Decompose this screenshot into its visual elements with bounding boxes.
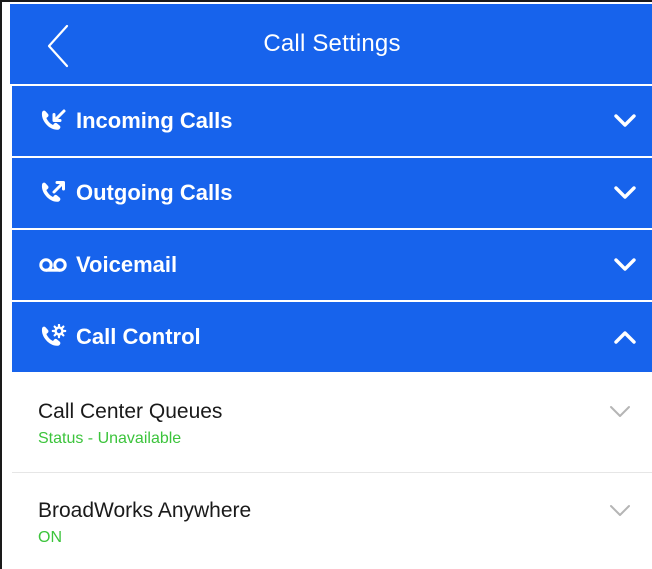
incoming-call-icon xyxy=(38,108,68,134)
call-center-queues-item[interactable]: Call Center Queues Status - Unavailable xyxy=(12,374,652,472)
section-outgoing-calls[interactable]: Outgoing Calls xyxy=(12,158,652,228)
item-title: Call Center Queues xyxy=(38,400,223,423)
section-voicemail[interactable]: Voicemail xyxy=(12,230,652,300)
call-control-icon xyxy=(38,324,68,350)
chevron-down-icon xyxy=(608,404,632,420)
chevron-left-icon xyxy=(47,24,69,68)
section-incoming-calls[interactable]: Incoming Calls xyxy=(12,86,652,156)
chevron-down-icon xyxy=(608,503,632,519)
outgoing-call-icon xyxy=(38,180,68,206)
status-text: Status - Unavailable xyxy=(38,430,182,447)
broadworks-anywhere-item[interactable]: BroadWorks Anywhere ON xyxy=(12,473,652,569)
call-settings-screen: Call Settings Incoming Calls Outgoing Ca… xyxy=(0,0,652,569)
section-label: Outgoing Calls xyxy=(76,180,233,205)
chevron-up-icon xyxy=(612,327,638,347)
section-label: Voicemail xyxy=(76,252,178,277)
section-call-control[interactable]: Call Control xyxy=(12,302,652,372)
chevron-down-icon xyxy=(612,111,638,131)
section-label: Call Control xyxy=(76,324,201,349)
chevron-down-icon xyxy=(612,255,638,275)
back-button[interactable] xyxy=(38,22,78,70)
section-label: Incoming Calls xyxy=(76,108,233,133)
chevron-down-icon xyxy=(612,183,638,203)
status-text: ON xyxy=(38,529,62,546)
app-header: Call Settings xyxy=(10,4,652,84)
page-title: Call Settings xyxy=(263,30,401,57)
item-title: BroadWorks Anywhere xyxy=(38,499,252,522)
voicemail-icon xyxy=(38,252,68,278)
